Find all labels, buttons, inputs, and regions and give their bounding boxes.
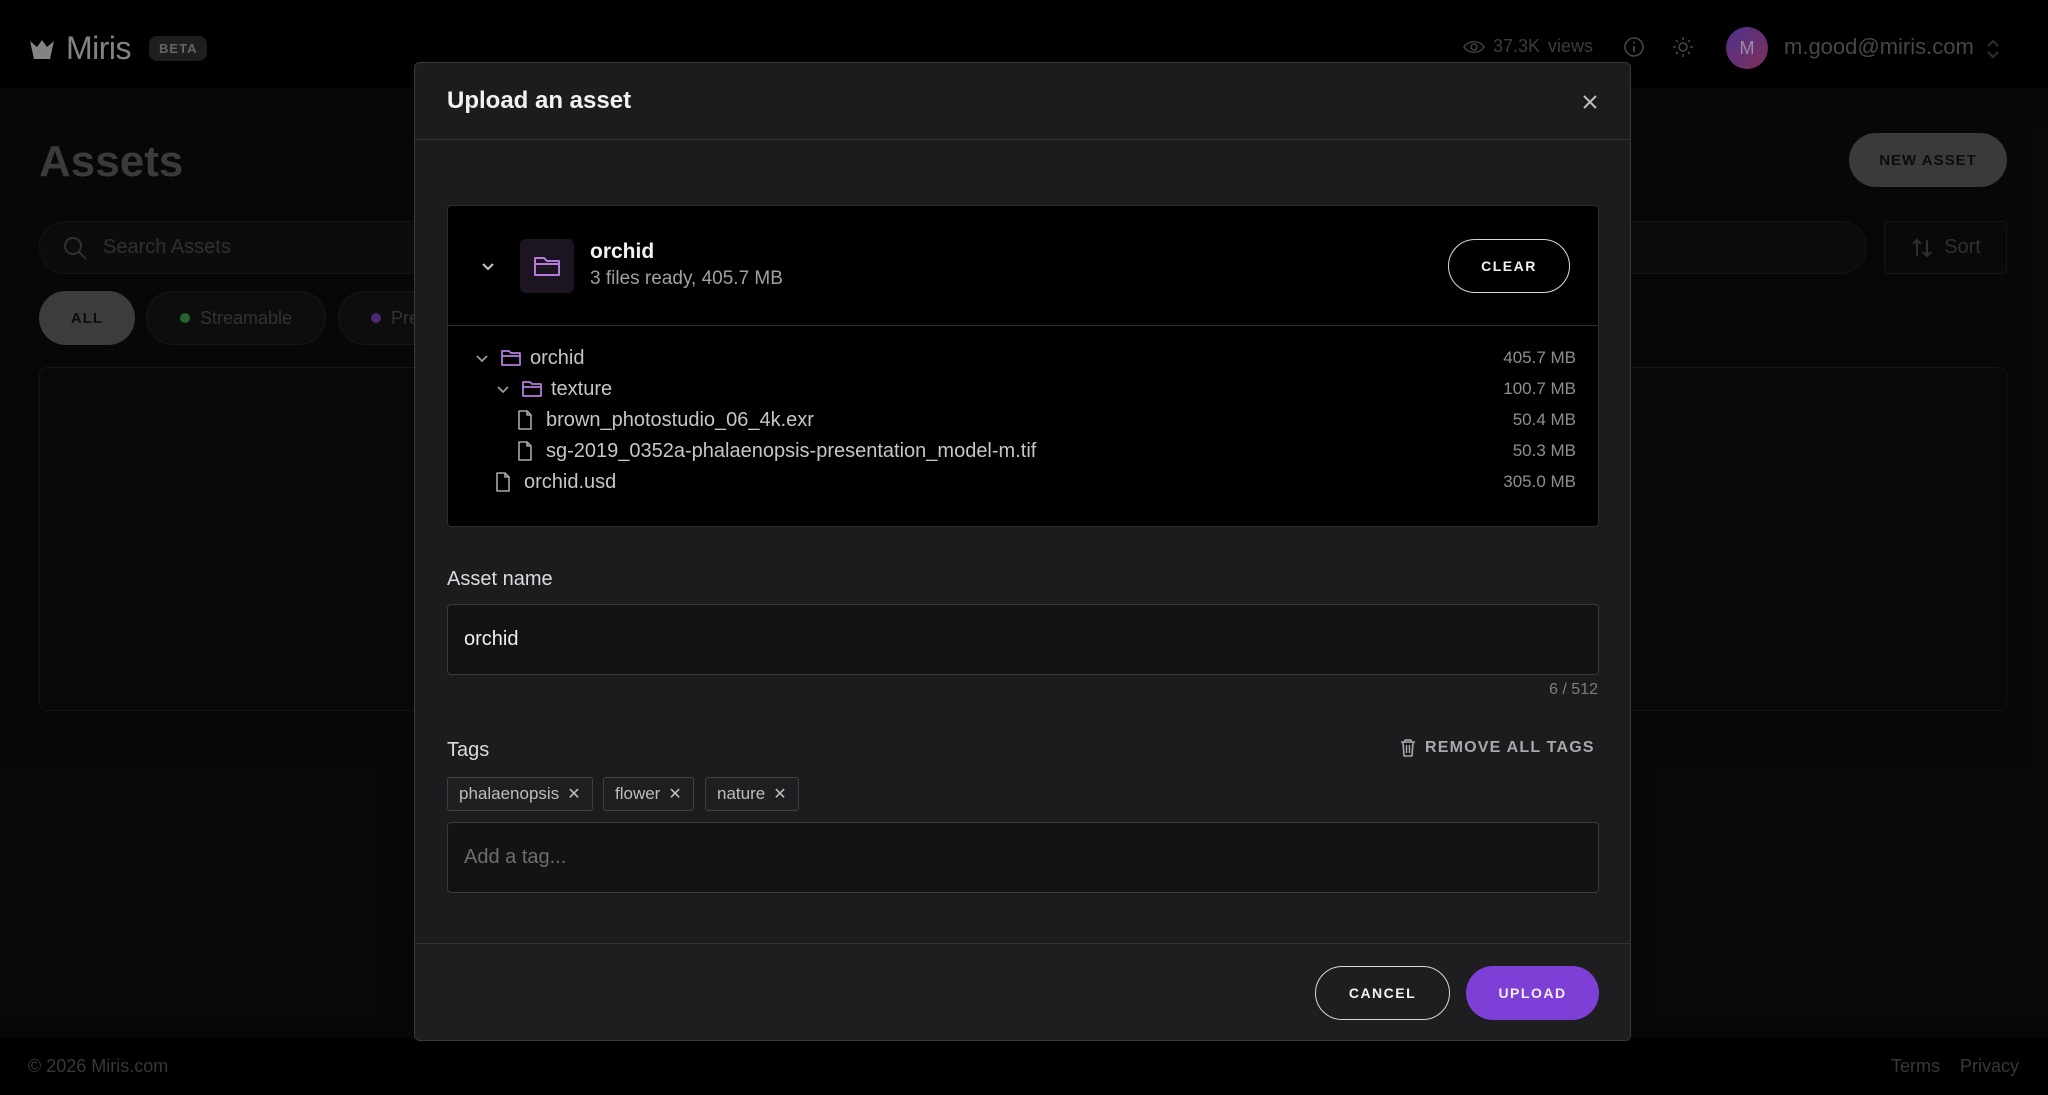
tree-item-size: 405.7 MB	[1503, 348, 1576, 367]
remove-all-tags-button[interactable]: REMOVE ALL TAGS	[1399, 738, 1595, 758]
clear-button[interactable]: CLEAR	[1448, 239, 1570, 293]
tree-item-name: sg-2019_0352a-phalaenopsis-presentation_…	[546, 439, 1037, 462]
tags-label: Tags	[447, 739, 490, 761]
asset-name-label: Asset name	[447, 568, 553, 590]
tag-chip: flower ✕	[603, 777, 694, 811]
upload-modal: Upload an asset orchid 3 files ready, 40…	[414, 62, 1631, 1041]
folder-icon-tile	[520, 239, 574, 293]
remove-all-tags-label: REMOVE ALL TAGS	[1425, 739, 1595, 756]
close-icon	[1583, 95, 1597, 109]
file-panel: orchid 3 files ready, 405.7 MB CLEAR orc…	[447, 205, 1599, 527]
upload-button[interactable]: UPLOAD	[1466, 966, 1599, 1020]
character-counter: 6 / 512	[1549, 681, 1598, 698]
close-button[interactable]	[1575, 87, 1605, 117]
file-icon	[518, 410, 532, 430]
trash-icon	[1401, 739, 1415, 757]
tag-chip: nature ✕	[705, 777, 799, 811]
tag-label: nature	[717, 784, 766, 803]
tree-item-size: 305.0 MB	[1503, 472, 1576, 491]
tag-remove-icon[interactable]: ✕	[773, 784, 786, 804]
tag-chip: phalaenopsis ✕	[447, 777, 593, 811]
tree-file-row[interactable]: brown_photostudio_06_4k.exr 50.4 MB	[448, 405, 1598, 435]
tree-file-row[interactable]: sg-2019_0352a-phalaenopsis-presentation_…	[448, 436, 1598, 466]
tree-item-name: brown_photostudio_06_4k.exr	[546, 408, 814, 431]
tree-item-size: 50.4 MB	[1512, 410, 1576, 429]
file-icon	[518, 441, 532, 461]
tag-label: phalaenopsis	[459, 784, 560, 803]
folder-summary: orchid 3 files ready, 405.7 MB CLEAR	[448, 206, 1598, 326]
chevron-down-icon[interactable]	[495, 381, 511, 397]
modal-title: Upload an asset	[447, 87, 632, 114]
folder-icon	[501, 350, 521, 366]
tag-label: flower	[615, 784, 661, 803]
folder-icon	[522, 381, 542, 397]
tree-item-size: 100.7 MB	[1503, 379, 1576, 398]
tag-input[interactable]: Add a tag...	[447, 822, 1599, 893]
file-icon	[496, 472, 510, 492]
tree-item-name: texture	[551, 377, 613, 400]
tag-remove-icon[interactable]: ✕	[668, 784, 681, 804]
modal-footer: CANCEL UPLOAD	[415, 943, 1630, 1040]
chevron-down-icon[interactable]	[474, 350, 490, 366]
folder-icon	[534, 257, 560, 276]
tree-folder-row[interactable]: texture 100.7 MB	[448, 374, 1598, 404]
cancel-button[interactable]: CANCEL	[1315, 966, 1450, 1020]
asset-name-input[interactable]: orchid	[447, 604, 1599, 675]
modal-header: Upload an asset	[415, 63, 1630, 140]
tree-folder-row[interactable]: orchid 405.7 MB	[448, 343, 1598, 373]
chevron-down-icon[interactable]	[478, 256, 498, 276]
tree-item-size: 50.3 MB	[1512, 441, 1576, 460]
tag-remove-icon[interactable]: ✕	[567, 784, 580, 804]
folder-summary-text: 3 files ready, 405.7 MB	[590, 268, 783, 289]
tree-file-row[interactable]: orchid.usd 305.0 MB	[448, 467, 1598, 497]
tree-item-name: orchid.usd	[524, 470, 617, 493]
folder-name: orchid	[590, 240, 655, 263]
tree-item-name: orchid	[530, 346, 585, 369]
